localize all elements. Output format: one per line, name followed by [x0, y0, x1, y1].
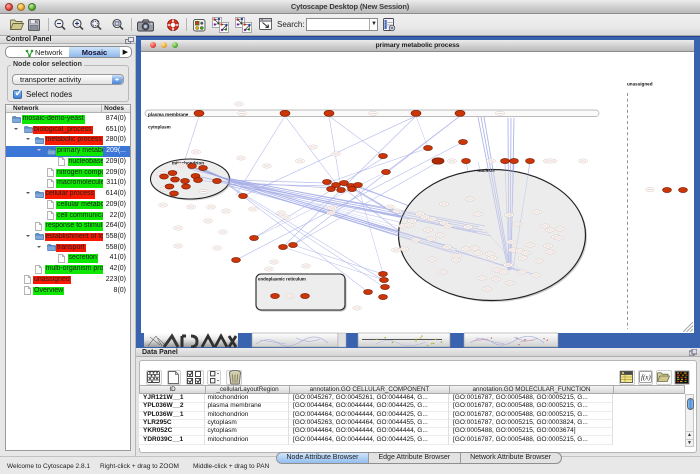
svg-text:unassigned: unassigned [627, 82, 653, 87]
svg-text:plasma membrane: plasma membrane [148, 112, 189, 117]
svg-text:endoplasmic reticulum: endoplasmic reticulum [258, 277, 306, 282]
svg-text:f(x): f(x) [641, 374, 651, 382]
svg-text:cytoplasm: cytoplasm [148, 125, 171, 130]
